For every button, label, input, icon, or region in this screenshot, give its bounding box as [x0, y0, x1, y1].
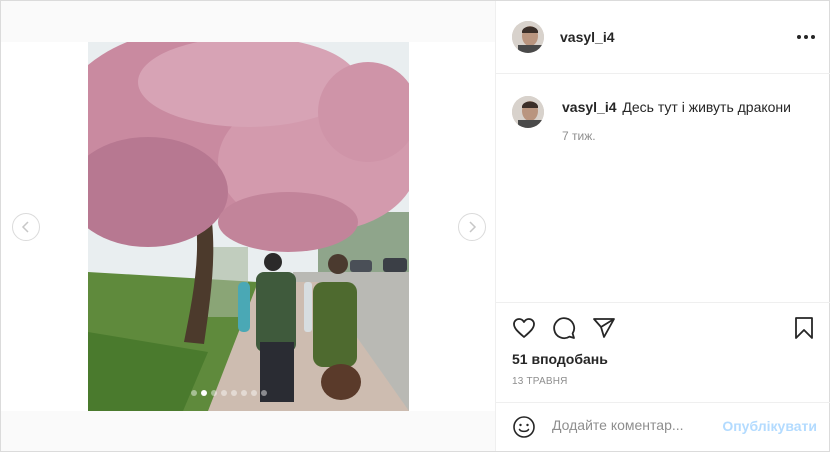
media-margin-bottom: [1, 411, 495, 451]
bookmark-icon: [795, 317, 813, 339]
post-header: vasyl_i4: [496, 1, 830, 74]
caption-comment: vasyl_i4 Десь тут і живуть дракони 7 тиж…: [512, 96, 812, 156]
carousel-dot: [211, 390, 217, 396]
post-date[interactable]: 13 ТРАВНЯ: [512, 376, 568, 387]
post-media: [1, 1, 495, 451]
previous-slide-button[interactable]: [12, 213, 40, 241]
chevron-left-icon: [21, 221, 29, 233]
heart-icon: [513, 318, 535, 338]
chevron-right-icon: [469, 221, 477, 233]
comment-icon: [553, 317, 576, 340]
carousel-dot: [221, 390, 227, 396]
author-avatar[interactable]: [512, 21, 544, 53]
carousel-indicator: [191, 390, 267, 396]
more-options-button[interactable]: [797, 30, 815, 44]
caption-text-line: vasyl_i4 Десь тут і живуть дракони: [562, 99, 791, 115]
save-button[interactable]: [792, 316, 816, 340]
avatar-image: [512, 96, 544, 128]
author-username[interactable]: vasyl_i4: [560, 29, 615, 45]
more-options-icon: [797, 35, 801, 39]
likes-count[interactable]: 51 вподобань: [512, 351, 608, 367]
caption-avatar[interactable]: [512, 96, 544, 128]
carousel-dot: [191, 390, 197, 396]
carousel-dot: [251, 390, 257, 396]
share-icon: [593, 318, 615, 338]
post-photo[interactable]: [88, 42, 409, 411]
photo-illustration: [88, 42, 409, 411]
next-slide-button[interactable]: [458, 213, 486, 241]
emoji-icon: [513, 416, 535, 438]
caption-text: Десь тут і живуть дракони: [622, 99, 791, 115]
carousel-dot: [261, 390, 267, 396]
carousel-dot: [201, 390, 207, 396]
post-sidebar: vasyl_i4 vasyl_i4 Десь тут і живуть драк…: [495, 1, 830, 451]
like-button[interactable]: [512, 316, 536, 340]
avatar-image: [512, 21, 544, 53]
publish-button[interactable]: Опублікувати: [722, 418, 817, 434]
add-comment-bar: Опублікувати: [496, 402, 830, 451]
more-dot: [804, 35, 808, 39]
carousel-dot: [231, 390, 237, 396]
carousel-dot: [241, 390, 247, 396]
emoji-button[interactable]: [512, 415, 536, 439]
more-dot: [811, 35, 815, 39]
post-dialog: vasyl_i4 vasyl_i4 Десь тут і живуть драк…: [0, 0, 830, 452]
post-actions: 51 вподобань 13 ТРАВНЯ: [496, 302, 830, 402]
caption-timestamp[interactable]: 7 тиж.: [562, 129, 596, 143]
caption-username[interactable]: vasyl_i4: [562, 99, 617, 115]
comment-input[interactable]: [552, 417, 722, 433]
comment-button[interactable]: [552, 316, 576, 340]
media-margin-top: [1, 1, 495, 42]
share-button[interactable]: [592, 316, 616, 340]
